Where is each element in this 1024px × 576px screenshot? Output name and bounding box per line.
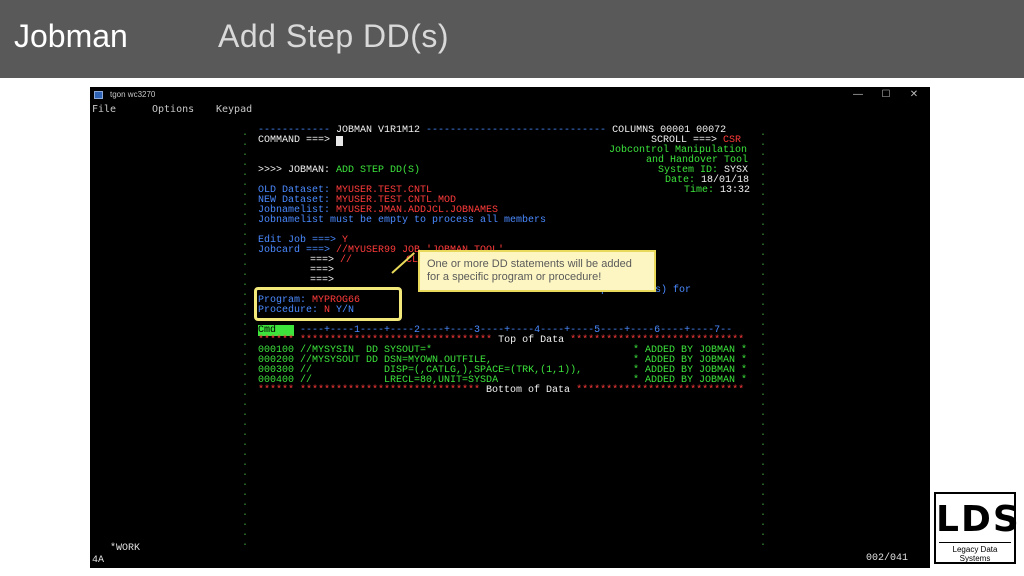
terminal-screen[interactable]: . . . . . . . . . . . . . . . . . . . . …: [90, 87, 930, 568]
terminal-window: tgon wc3270 — ☐ ✕ File Options Keypad . …: [90, 87, 930, 568]
bottom-of-data: ****** ****************************** Bo…: [258, 385, 745, 396]
status-position: 002/041: [866, 553, 909, 564]
right-border-dots: . . . . . . . . . . . . . . . . . . . . …: [760, 128, 767, 549]
cursor: [336, 136, 344, 146]
command-line[interactable]: COMMAND ===>: [258, 135, 344, 146]
status-mode: 4A: [92, 555, 105, 566]
lds-logo: LDS Legacy Data Systems: [934, 492, 1021, 564]
command-label: COMMAND ===>: [258, 135, 337, 146]
logo-subtitle: Legacy Data Systems: [939, 542, 1011, 563]
callout-note: One or more DD statements will be added …: [418, 250, 656, 292]
jobnamelist-note: Jobnamelist must be empty to process all…: [258, 215, 547, 226]
jobcard-4[interactable]: ===>: [310, 276, 334, 286]
left-border-dots: . . . . . . . . . . . . . . . . . . . . …: [242, 128, 249, 549]
logo-mark: LDS: [936, 499, 1021, 540]
time-field: Time: 13:32: [684, 185, 751, 196]
slide-app-name: Jobman: [14, 18, 128, 54]
function-line: >>>> JOBMAN: ADD STEP DD(S): [258, 165, 421, 176]
slide-title: Add Step DD(s): [218, 18, 450, 54]
status-work: *WORK: [110, 543, 141, 554]
program-procedure-highlight: [254, 287, 402, 321]
slide-header: Jobman Add Step DD(s): [0, 0, 1024, 78]
